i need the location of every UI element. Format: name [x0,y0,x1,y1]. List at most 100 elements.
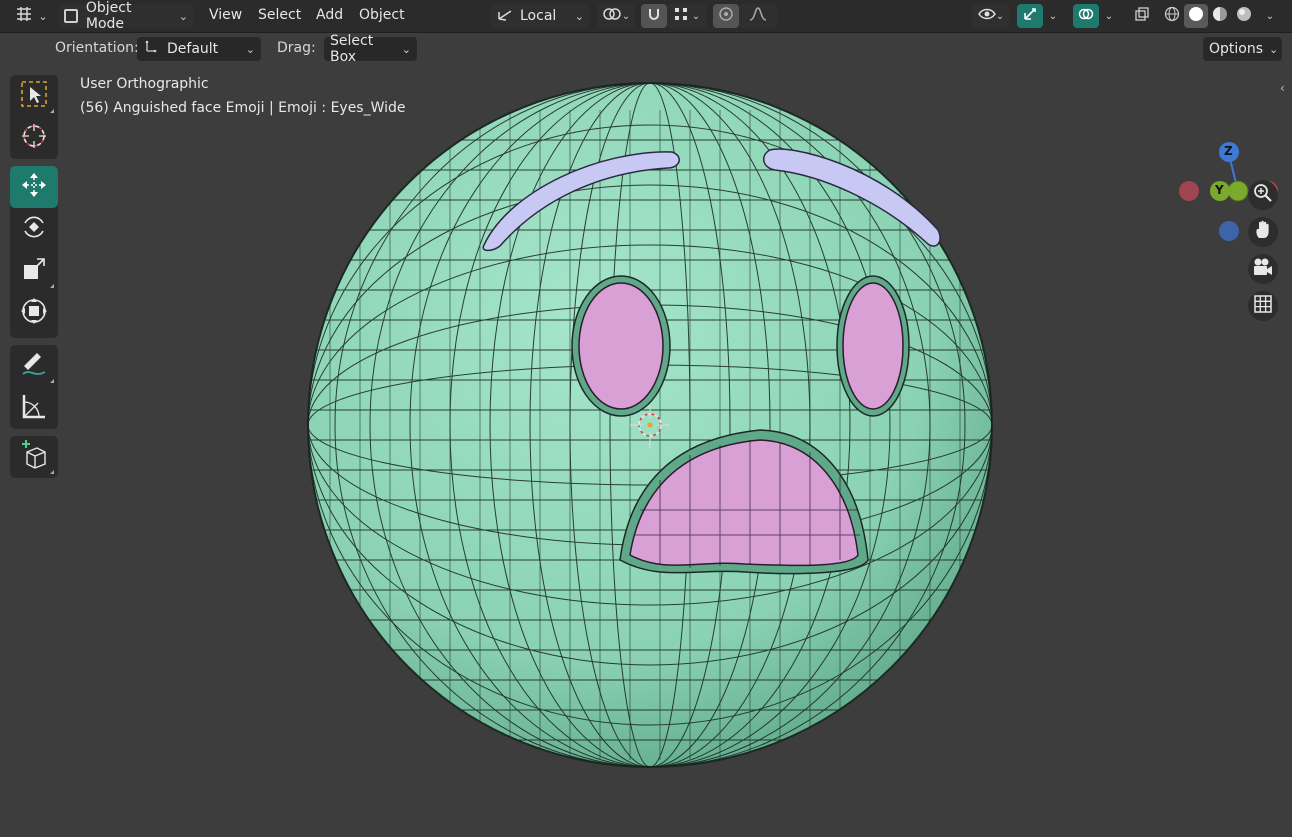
emoji-mesh[interactable] [0,65,1292,837]
tool-move[interactable] [10,166,58,208]
shading-material-button[interactable] [1208,4,1232,28]
local-axes-icon [496,6,514,26]
object-info: (56) Anguished face Emoji | Emoji : Eyes… [80,100,406,116]
tool-rotate[interactable] [10,208,58,250]
link-icon [602,6,622,26]
overlays-options-dropdown[interactable]: ⌄ [1099,4,1119,28]
orientation-axes-icon [143,39,159,59]
toolbar-add-group [10,436,58,478]
mode-dropdown[interactable]: Object Mode ⌄ [58,0,194,32]
move-icon [20,171,48,203]
viewport-editor-icon [14,5,34,27]
annotate-icon [20,350,48,382]
visibility-dropdown[interactable]: ⌄ [972,4,1010,28]
zoom-icon [1253,183,1273,207]
chevron-down-icon: ⌄ [1265,10,1275,22]
menu-view[interactable]: View [209,7,242,23]
gizmo-toggle[interactable] [1017,4,1043,28]
snap-toggle[interactable] [641,4,667,28]
options-label: Options [1209,41,1264,57]
cursor-icon [20,122,48,154]
overlays-icon [1078,6,1094,26]
chevron-down-icon: ⌄ [1104,10,1114,22]
chevron-down-icon: ⌄ [621,10,631,22]
object-mode-icon [64,9,78,23]
menu-add[interactable]: Add [316,7,343,23]
pivot-point-button[interactable]: ⌄ [597,4,635,28]
toolbar-annotate-group [10,345,58,429]
chevron-down-icon: ⌄ [1048,10,1058,22]
menu-select[interactable]: Select [258,7,301,23]
tool-measure[interactable] [10,387,58,429]
ortho-toggle-button[interactable] [1248,291,1278,321]
hand-pan-icon [1253,220,1273,244]
sidebar-toggle[interactable]: ‹ [1280,81,1292,101]
rendered-sphere-icon [1236,6,1252,26]
eye-icon [977,7,996,25]
orientation-dropdown[interactable]: Default ⌄ [137,37,261,61]
tool-settings-bar: Orientation: Default ⌄ Drag: Select Box … [0,33,1292,65]
pan-button[interactable] [1248,217,1278,247]
tool-add-cube[interactable] [10,436,58,478]
chevron-down-icon: ⌄ [401,42,411,56]
xray-toggle[interactable] [1129,4,1155,28]
chevron-down-icon: ⌄ [1269,42,1279,56]
tool-scale[interactable] [10,250,58,292]
chevron-down-icon: ⌄ [38,9,48,23]
xray-icon [1134,6,1150,26]
editor-type-button[interactable]: ⌄ [10,4,52,28]
gizmo-y-label: Y [1215,183,1224,197]
chevron-down-icon: ⌄ [691,10,701,22]
menu-object[interactable]: Object [359,7,405,23]
material-sphere-icon [1212,6,1228,26]
orientation-label: Orientation: [55,40,139,56]
solid-sphere-icon [1188,6,1204,26]
proportional-editing-toggle[interactable] [713,4,739,28]
drag-value: Select Box [330,33,374,65]
tool-annotate[interactable] [10,345,58,387]
camera-view-button[interactable] [1248,254,1278,284]
falloff-curve-icon [748,6,768,26]
orientation-value: Default [167,41,219,57]
drag-label: Drag: [277,40,316,56]
shading-solid-button[interactable] [1184,4,1208,28]
chevron-down-icon: ⌄ [178,9,188,23]
snap-target-dropdown[interactable]: ⌄ [667,4,707,28]
wireframe-sphere-icon [1164,6,1180,26]
gizmo-options-dropdown[interactable]: ⌄ [1043,4,1063,28]
snap-grid-icon [674,7,688,25]
scale-icon [20,255,48,287]
shading-rendered-button[interactable] [1232,4,1256,28]
gizmo-icon [1022,6,1038,26]
transform-orientation-label: Local [520,8,557,24]
camera-icon [1252,257,1274,281]
overlays-toggle[interactable] [1073,4,1099,28]
options-dropdown[interactable]: Options ⌄ [1203,37,1282,61]
toolbar-select-group [10,75,58,159]
zoom-button[interactable] [1248,180,1278,210]
gizmo-z-label: Z [1224,144,1233,158]
transform-orientation-dropdown[interactable]: Local ⌄ [490,4,590,28]
measure-icon [20,392,48,424]
transform-icon [20,297,48,329]
tool-cursor[interactable] [10,117,58,159]
chevron-down-icon: ⌄ [574,9,584,23]
falloff-dropdown[interactable] [739,4,777,28]
shading-wireframe-button[interactable] [1160,4,1184,28]
3d-viewport[interactable]: User Orthographic (56) Anguished face Em… [0,65,1292,837]
shading-options-dropdown[interactable]: ⌄ [1258,4,1282,28]
header-bar: ⌄ Object Mode ⌄ View Select Add Object L… [0,0,1292,33]
select-box-icon [20,80,48,112]
grid-icon [1253,294,1273,318]
tool-transform[interactable] [10,292,58,334]
rotate-icon [20,213,48,245]
mode-label: Object Mode [85,0,132,32]
proportional-editing-icon [718,6,734,26]
chevron-down-icon: ⌄ [245,42,255,56]
toolbar-transform-group [10,166,58,338]
add-cube-icon [19,440,49,474]
drag-dropdown[interactable]: Select Box ⌄ [324,33,417,65]
tool-select-box[interactable] [10,75,58,117]
magnet-icon [646,6,662,26]
view-name: User Orthographic [80,76,209,92]
